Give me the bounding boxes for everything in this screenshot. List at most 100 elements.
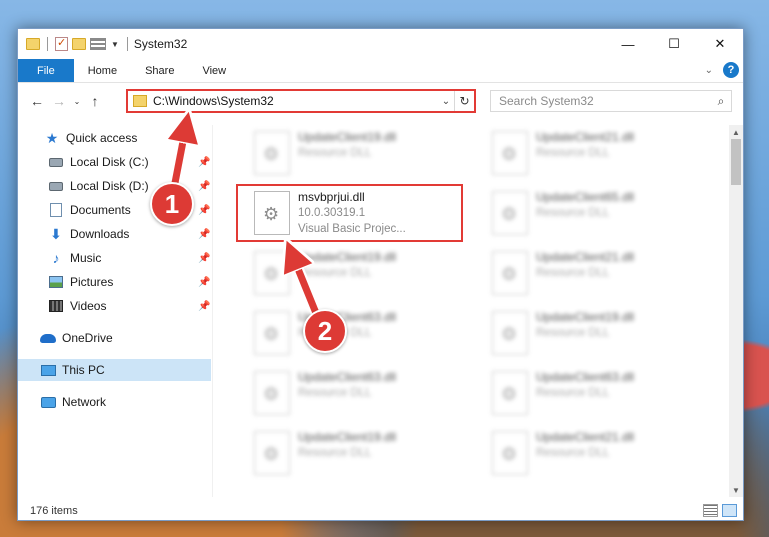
file-tile[interactable]: UpdateClient65.dll Resource DLL xyxy=(480,187,710,241)
refresh-button[interactable]: ↻ xyxy=(454,91,474,111)
file-tile[interactable]: UpdateClient63.dllResource DLL xyxy=(242,367,472,421)
tab-share[interactable]: Share xyxy=(131,59,188,82)
tab-home[interactable]: Home xyxy=(74,59,131,82)
sidebar-item-downloads[interactable]: ⬇ Downloads 📌 xyxy=(48,223,210,245)
recent-locations-dropdown[interactable]: ⌄ xyxy=(70,97,84,106)
help-icon[interactable]: ? xyxy=(723,62,739,78)
step-1-badge: 1 xyxy=(150,182,194,226)
pictures-icon xyxy=(49,276,63,288)
file-type: Resource DLL xyxy=(536,387,610,399)
close-button[interactable]: ✕ xyxy=(697,29,743,59)
file-type: Resource DLL xyxy=(536,207,610,219)
pin-icon: 📌 xyxy=(198,252,211,264)
file-type: Resource DLL xyxy=(536,447,610,459)
sidebar-item-music[interactable]: ♪ Music 📌 xyxy=(48,247,211,269)
search-icon[interactable]: ⌕ xyxy=(711,94,731,109)
sidebar-item-label: Videos xyxy=(70,299,107,313)
address-history-chevron-icon[interactable]: ⌄ xyxy=(438,96,454,107)
sidebar-item-label: Local Disk (C:) xyxy=(70,155,149,169)
scroll-down-arrow-icon[interactable]: ▼ xyxy=(729,483,743,497)
file-explorer-window: ▼ System32 — ☐ ✕ File Home Share View ⌄ … xyxy=(17,28,744,521)
view-options-icon[interactable] xyxy=(90,38,106,50)
sidebar-item-quick-access[interactable]: ★ Quick access xyxy=(44,127,138,149)
scroll-up-arrow-icon[interactable]: ▲ xyxy=(729,125,743,139)
sidebar-item-network[interactable]: Network xyxy=(40,391,106,413)
sidebar-item-label: OneDrive xyxy=(62,331,113,345)
pin-icon: 📌 xyxy=(198,204,211,216)
file-tile[interactable]: UpdateClient21.dll Resource DLL xyxy=(480,427,710,481)
file-type: Resource DLL xyxy=(298,267,372,279)
file-tile[interactable]: UpdateClient63.dll Resource DLL xyxy=(480,367,710,421)
navigation-bar: ← → ⌄ ↑ C:\Windows\System32 ⌄ ↻ Search S… xyxy=(18,87,743,115)
tab-file[interactable]: File xyxy=(18,59,74,82)
sidebar-item-documents[interactable]: Documents 📌 xyxy=(48,199,210,221)
file-name: UpdateClient63.dll xyxy=(536,370,635,384)
sidebar-item-label: This PC xyxy=(62,363,105,377)
details-view-icon[interactable] xyxy=(703,504,718,517)
file-tile[interactable]: UpdateClient19.dll Resource DLL xyxy=(242,247,472,301)
sidebar-item-label: Downloads xyxy=(70,227,130,241)
this-pc-icon xyxy=(40,364,56,376)
dll-file-icon xyxy=(492,131,528,175)
tiles-view-icon[interactable] xyxy=(722,504,737,517)
documents-icon xyxy=(50,203,62,217)
customize-toolbar-chevron-icon[interactable]: ▼ xyxy=(111,40,119,49)
file-tile[interactable]: UpdateClient21.dll Resource DLL xyxy=(480,247,710,301)
sidebar-item-local-disk-d[interactable]: Local Disk (D:) 📌 xyxy=(48,175,210,197)
pane-divider[interactable] xyxy=(212,125,213,497)
drive-icon xyxy=(49,181,63,191)
pin-icon: 📌 xyxy=(198,156,211,168)
properties-icon[interactable] xyxy=(55,36,68,51)
file-name: UpdateClient19.dll xyxy=(298,430,397,444)
sidebar-item-local-disk-c[interactable]: Local Disk (C:) 📌 xyxy=(48,151,210,173)
minimize-button[interactable]: — xyxy=(605,29,651,59)
item-count: 176 items xyxy=(30,505,78,517)
ribbon-right-controls: ⌄ ? xyxy=(705,62,739,78)
title-bar: ▼ System32 — ☐ ✕ xyxy=(18,29,743,59)
search-input[interactable]: Search System32 xyxy=(499,94,711,108)
file-name: UpdateClient63.dll xyxy=(298,370,397,384)
forward-button[interactable]: → xyxy=(48,90,70,112)
file-name: UpdateClient21.dll xyxy=(536,430,635,444)
sidebar-item-label: Local Disk (D:) xyxy=(70,179,149,193)
sidebar-item-label: Quick access xyxy=(66,131,138,145)
drive-icon xyxy=(49,157,63,167)
file-name: UpdateClient19.dll xyxy=(298,130,397,144)
highlighted-file-outline xyxy=(236,184,463,242)
tab-view[interactable]: View xyxy=(188,59,240,82)
address-folder-icon xyxy=(133,95,147,107)
search-box[interactable]: Search System32 ⌕ xyxy=(490,90,732,112)
file-tile[interactable]: UpdateClient21.dll Resource DLL xyxy=(480,127,710,181)
maximize-button[interactable]: ☐ xyxy=(651,29,697,59)
sidebar-item-onedrive[interactable]: OneDrive xyxy=(40,327,113,349)
sidebar-item-pictures[interactable]: Pictures 📌 xyxy=(48,271,210,293)
dll-file-icon xyxy=(254,131,290,175)
dll-file-icon xyxy=(254,311,290,355)
sidebar-item-label: Pictures xyxy=(70,275,114,289)
dll-file-icon xyxy=(254,371,290,415)
expand-ribbon-chevron-icon[interactable]: ⌄ xyxy=(705,65,713,76)
dll-file-icon xyxy=(254,431,290,475)
new-folder-icon[interactable] xyxy=(72,38,86,50)
sidebar-item-this-pc[interactable]: This PC xyxy=(18,359,211,381)
scroll-thumb[interactable] xyxy=(731,139,741,185)
file-tile[interactable]: UpdateClient19.dll Resource DLL xyxy=(242,427,472,481)
file-tile[interactable]: UpdateClient19.dll Resource DLL xyxy=(480,307,710,361)
file-type: Resource DLL xyxy=(298,447,372,459)
videos-icon xyxy=(49,300,63,312)
up-button[interactable]: ↑ xyxy=(84,90,106,112)
title-separator xyxy=(126,37,128,51)
dll-file-icon xyxy=(492,431,528,475)
network-icon xyxy=(40,396,56,408)
address-bar[interactable]: C:\Windows\System32 ⌄ ↻ xyxy=(126,89,476,113)
dll-file-icon xyxy=(492,311,528,355)
vertical-scrollbar[interactable]: ▲ ▼ xyxy=(729,125,743,497)
file-tile[interactable]: UpdateClient63.dllResource DLL xyxy=(242,307,472,361)
file-type: Resource DLL xyxy=(298,147,372,159)
toolbar-separator xyxy=(47,37,48,51)
address-path[interactable]: C:\Windows\System32 xyxy=(153,94,438,108)
back-button[interactable]: ← xyxy=(26,90,48,112)
sidebar-item-label: Documents xyxy=(70,203,131,217)
file-tile[interactable]: UpdateClient19.dll Resource DLL xyxy=(242,127,472,181)
sidebar-item-videos[interactable]: Videos 📌 xyxy=(48,295,210,317)
